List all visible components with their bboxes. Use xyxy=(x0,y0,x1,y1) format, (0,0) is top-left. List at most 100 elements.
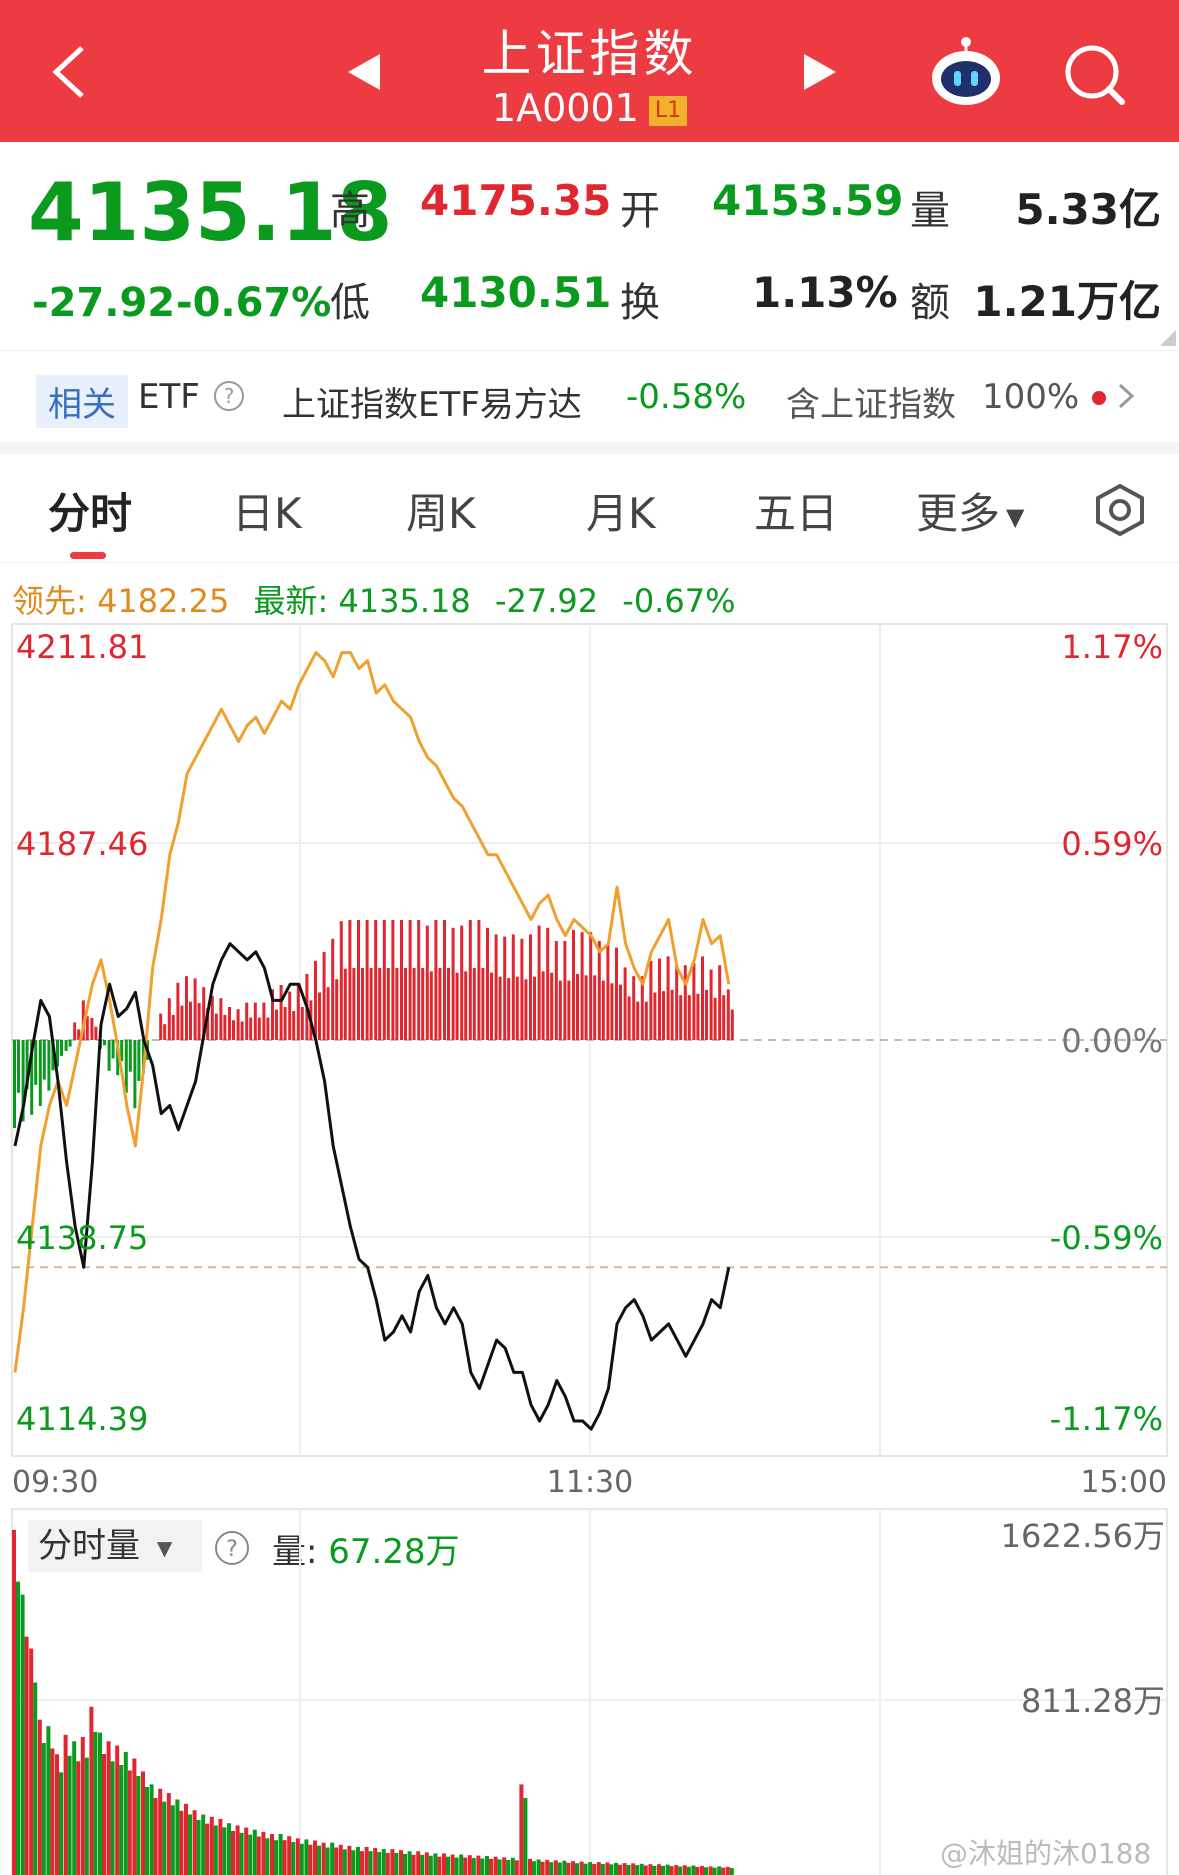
momentum-bar xyxy=(395,968,399,1040)
related-etf-row[interactable]: 相关 ETF ? 上证指数ETF易方达 -0.58% 含上证指数 100% xyxy=(0,350,1179,447)
volume-bar xyxy=(351,1850,356,1875)
tab-daily-k[interactable]: 日K xyxy=(232,480,302,541)
volume-bar xyxy=(704,1867,708,1875)
momentum-bar xyxy=(498,976,502,1040)
chart-legend: 领先: 4182.25 最新: 4135.18 -27.92 -0.67% xyxy=(12,576,735,622)
expand-corner-icon[interactable] xyxy=(1160,330,1176,350)
y-tick-right: -1.17% xyxy=(1050,1400,1163,1438)
momentum-bar xyxy=(468,920,472,1040)
low-label: 低 xyxy=(330,280,370,326)
momentum-bar xyxy=(404,968,407,1040)
tab-five-day[interactable]: 五日 xyxy=(754,480,838,541)
volume-bar xyxy=(360,1851,364,1875)
momentum-bar xyxy=(193,978,197,1040)
volume-bar xyxy=(244,1827,249,1875)
momentum-bar xyxy=(343,968,347,1040)
tab-more-label: 更多 xyxy=(916,489,1001,538)
volume-bar xyxy=(364,1846,369,1875)
volume-bar xyxy=(428,1855,433,1875)
level-badge: L1 xyxy=(648,95,688,126)
tab-more[interactable]: 更多 ▼ xyxy=(916,480,1024,541)
help-icon[interactable]: ? xyxy=(212,379,246,417)
momentum-bar xyxy=(572,930,575,1040)
volume-bar xyxy=(313,1840,317,1875)
latest-label: 最新: xyxy=(253,582,329,620)
momentum-bar xyxy=(434,920,438,1040)
volume-bar xyxy=(639,1863,644,1875)
volume-bar-chart[interactable]: 1622.56万 811.28万 xyxy=(0,1505,1179,1875)
chevron-right-icon[interactable] xyxy=(1116,381,1136,415)
momentum-bar xyxy=(593,975,597,1040)
momentum-bar xyxy=(692,963,696,1040)
momentum-bar xyxy=(670,989,674,1040)
chart-settings-icon[interactable] xyxy=(1092,482,1148,542)
intraday-price-chart[interactable]: 4211.81 4187.46 4138.75 4114.39 1.17% 0.59% 0.… xyxy=(0,620,1179,1500)
momentum-bar xyxy=(464,971,468,1040)
volume-bar xyxy=(579,1861,584,1875)
volume-y-tick: 1622.56万 xyxy=(1001,1517,1165,1555)
momentum-bar xyxy=(322,952,326,1040)
momentum-bar xyxy=(610,983,614,1040)
momentum-bar xyxy=(576,974,579,1040)
momentum-bar xyxy=(365,920,369,1040)
volume-bar xyxy=(450,1854,455,1875)
momentum-bar xyxy=(60,1040,63,1056)
volume-bar xyxy=(661,1865,665,1875)
volume-bar xyxy=(213,1825,218,1875)
price-change: -27.92 xyxy=(32,280,176,326)
momentum-bar xyxy=(589,932,593,1040)
volume-bar xyxy=(583,1863,588,1875)
momentum-bar xyxy=(653,992,657,1040)
momentum-bar xyxy=(619,984,622,1040)
related-tag: 相关 xyxy=(36,375,128,428)
x-tick: 09:30 xyxy=(12,1465,98,1500)
tab-intraday[interactable]: 分时 xyxy=(48,480,132,541)
tab-monthly-k[interactable]: 月K xyxy=(586,480,656,541)
momentum-bar xyxy=(163,1024,167,1040)
etf-name: 上证指数ETF易方达 xyxy=(282,385,582,425)
momentum-bar xyxy=(477,920,481,1040)
volume-bar xyxy=(153,1797,158,1875)
volume-bar xyxy=(562,1860,567,1875)
volume-bar xyxy=(381,1849,386,1875)
volume-bar xyxy=(588,1862,593,1875)
y-tick-left: 4187.46 xyxy=(16,825,148,863)
momentum-bar xyxy=(709,969,713,1040)
momentum-bar xyxy=(318,992,321,1040)
volume-bar xyxy=(540,1861,545,1875)
volume-bar xyxy=(55,1754,59,1875)
volume-bar xyxy=(695,1866,700,1875)
momentum-bar xyxy=(339,921,343,1040)
volume-bar xyxy=(93,1731,98,1875)
momentum-bar xyxy=(451,927,455,1040)
high-label: 高 xyxy=(330,188,370,234)
amount-label: 额 xyxy=(910,280,950,326)
momentum-bar xyxy=(429,971,433,1040)
volume-bar xyxy=(433,1853,438,1875)
volume-bar xyxy=(506,1859,511,1875)
caret-down-icon: ▼ xyxy=(1006,502,1025,531)
volume-bar xyxy=(729,1868,734,1875)
momentum-bar xyxy=(107,1040,111,1071)
momentum-bar xyxy=(253,1002,257,1040)
tab-weekly-k[interactable]: 周K xyxy=(406,480,476,541)
volume-bar xyxy=(725,1866,730,1875)
momentum-bar xyxy=(128,1040,132,1072)
volume-bar xyxy=(717,1866,722,1875)
momentum-bar xyxy=(679,995,683,1040)
momentum-bar xyxy=(524,979,528,1040)
momentum-bar xyxy=(189,1001,192,1040)
volume-bar xyxy=(497,1859,502,1875)
robot-assistant-icon[interactable] xyxy=(928,34,1004,110)
momentum-bar xyxy=(219,998,223,1040)
search-icon[interactable] xyxy=(1062,42,1128,108)
volume-bar xyxy=(287,1836,292,1875)
latest-value: 4135.18 xyxy=(338,582,471,620)
momentum-bar xyxy=(412,968,416,1040)
momentum-bar xyxy=(644,1001,648,1040)
volume-bar xyxy=(222,1827,227,1875)
momentum-bar xyxy=(223,1014,227,1040)
next-index-icon[interactable] xyxy=(800,50,840,98)
momentum-bar xyxy=(558,980,562,1040)
momentum-bar xyxy=(666,956,670,1040)
